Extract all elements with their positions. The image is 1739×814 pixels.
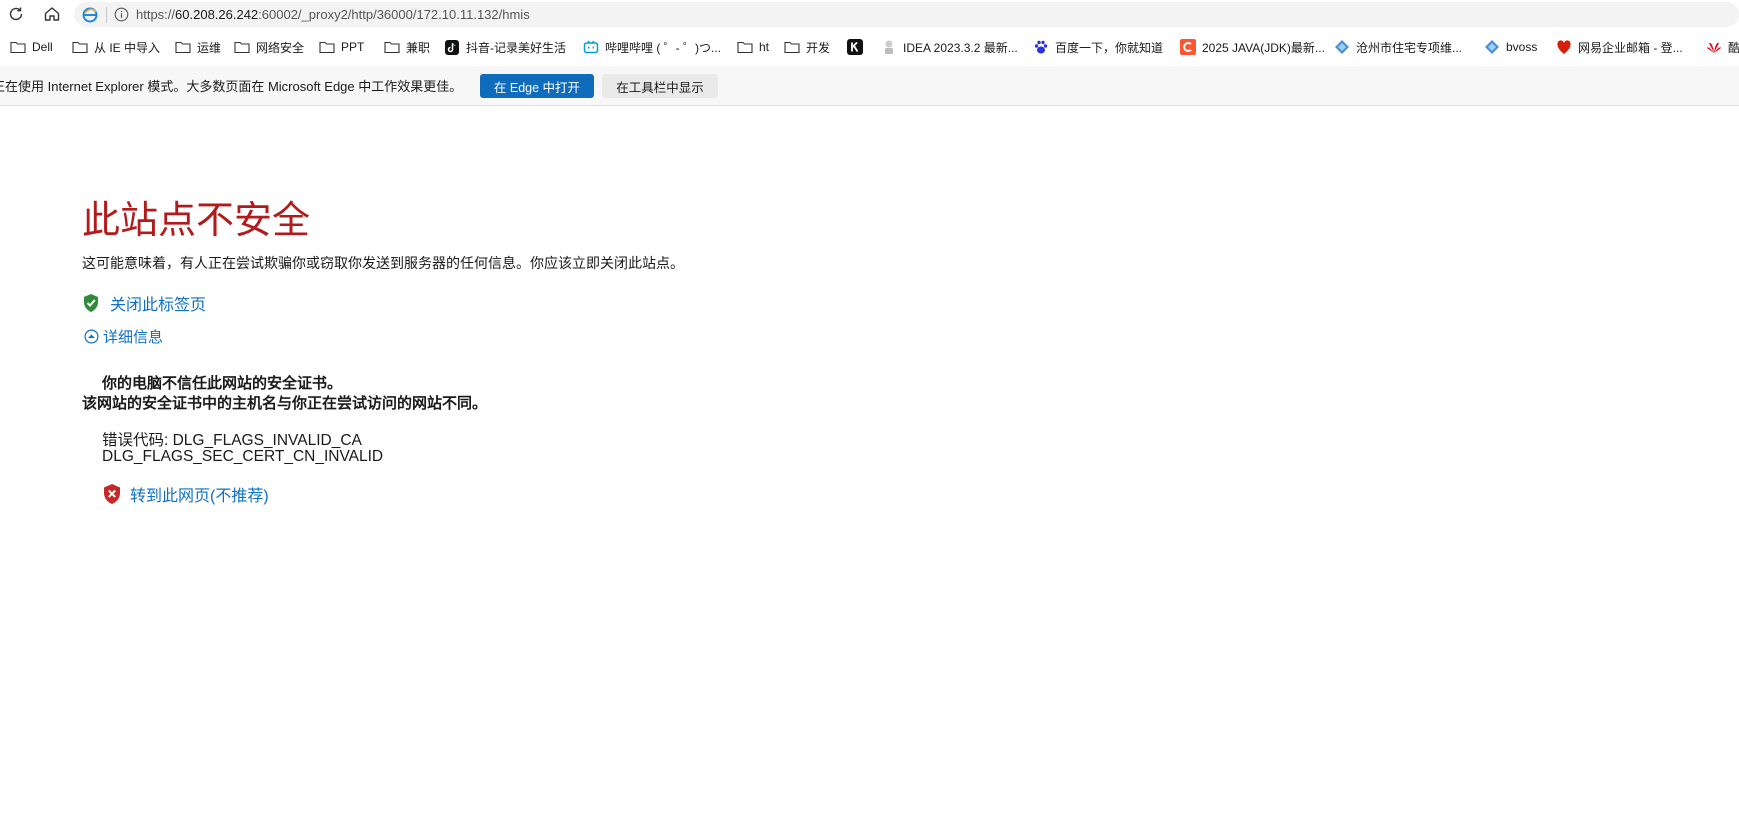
url-scheme: https://: [136, 7, 176, 22]
bookmark-label: IDEA 2023.3.2 最新...: [903, 40, 1018, 55]
douyin-icon: [444, 39, 460, 55]
bookmark-label: 网络安全: [256, 40, 305, 55]
bookmark-item[interactable]: 哔哩哔哩 ( ゜- ゜)つ...: [577, 35, 727, 59]
folder-icon: [384, 39, 400, 55]
diamond-icon: [1334, 39, 1350, 55]
details-toggle[interactable]: 详细信息: [103, 326, 163, 347]
bookmark-label: 沧州市住宅专项维...: [1356, 40, 1463, 55]
chevron-up-circle-icon: [84, 329, 99, 344]
folder-icon: [784, 39, 800, 55]
folder-icon: [10, 39, 26, 55]
error-description: 这可能意味着，有人正在尝试欺骗你或窃取你发送到服务器的任何信息。你应该立即关闭此…: [82, 255, 684, 271]
url-separator: [106, 6, 107, 23]
cert-mismatch-text: 该网站的安全证书中的主机名与你正在尝试访问的网站不同。: [82, 394, 488, 412]
url-text[interactable]: https://60.208.26.242:60002/_proxy2/http…: [136, 7, 530, 22]
bookmark-label: ht: [759, 40, 770, 54]
bookmark-item[interactable]: 抖音-记录美好生活: [438, 35, 572, 59]
shield-check-icon: [84, 294, 98, 312]
url-bar[interactable]: https://60.208.26.242:60002/_proxy2/http…: [74, 2, 1739, 27]
bookmark-item[interactable]: Dell: [4, 35, 59, 59]
url-path: :60002/_proxy2/http/36000/172.10.11.132/…: [258, 7, 530, 22]
refresh-icon: [9, 7, 23, 21]
c-icon: [1180, 39, 1196, 55]
bookmark-label: bvoss: [1506, 40, 1538, 54]
bookmark-item[interactable]: IDEA 2023.3.2 最新...: [875, 35, 1024, 59]
k-icon: [847, 39, 863, 55]
bookmark-label: 网易企业邮箱 - 登...: [1578, 40, 1683, 55]
bookmark-item[interactable]: bvoss: [1478, 35, 1543, 59]
show-in-toolbar-button[interactable]: 在工具栏中显示: [602, 74, 718, 98]
cert-untrusted-text: 你的电脑不信任此网站的安全证书。: [102, 374, 343, 392]
folder-icon: [234, 39, 250, 55]
bookmark-item[interactable]: 兼职: [378, 35, 436, 59]
bookmark-label: 运维: [197, 40, 222, 55]
diamond-icon: [1484, 39, 1500, 55]
bookmark-label: 兼职: [406, 40, 431, 55]
bookmark-item[interactable]: 沧州市住宅专项维...: [1328, 35, 1468, 59]
ie-mode-message: 正在使用 Internet Explorer 模式。大多数页面在 Microso…: [0, 79, 463, 94]
folder-icon: [175, 39, 191, 55]
bookmark-label: Dell: [32, 40, 53, 54]
close-tab-row[interactable]: 关闭此标签页: [82, 291, 206, 315]
bookmark-label: 抖音-记录美好生活: [466, 40, 566, 55]
bookmark-item[interactable]: 百度一下，你就知道: [1027, 35, 1169, 59]
url-host: 60.208.26.242: [175, 7, 259, 22]
bookmark-label: PPT: [341, 40, 365, 54]
close-tab-link[interactable]: 关闭此标签页: [110, 291, 206, 315]
ie-mode-infobar: 正在使用 Internet Explorer 模式。大多数页面在 Microso…: [0, 66, 1739, 106]
baidu-icon: [1033, 39, 1049, 55]
error-page: 此站点不安全 这可能意味着，有人正在尝试欺骗你或窃取你发送到服务器的任何信息。你…: [0, 107, 1739, 814]
bookmark-label: 开发: [806, 40, 831, 55]
continue-row[interactable]: 转到此网页(不推荐): [102, 482, 269, 506]
error-code-line-1: 错误代码: DLG_FLAGS_INVALID_CA: [102, 432, 362, 449]
page-title: 此站点不安全: [82, 200, 311, 242]
bookmark-label: 酷: [1728, 40, 1739, 55]
error-code-line-2: DLG_FLAGS_SEC_CERT_CN_INVALID: [102, 448, 384, 465]
bookmark-label: 从 IE 中导入: [94, 40, 161, 55]
idea-icon: [881, 39, 897, 55]
bookmark-item[interactable]: 酷: [1700, 35, 1739, 59]
folder-icon: [72, 39, 88, 55]
bookmark-item[interactable]: [841, 35, 875, 59]
home-button[interactable]: [39, 1, 65, 27]
huawei-icon: [1706, 39, 1722, 55]
bookmark-item[interactable]: PPT: [313, 35, 370, 59]
bookmark-label: 百度一下，你就知道: [1055, 40, 1164, 55]
bookmark-label: 2025 JAVA(JDK)最新...: [1202, 40, 1325, 55]
bookmark-item[interactable]: 网络安全: [228, 35, 310, 59]
info-icon[interactable]: [113, 7, 129, 23]
bookmark-item[interactable]: 网易企业邮箱 - 登...: [1550, 35, 1689, 59]
ie-mode-icon[interactable]: [80, 5, 100, 25]
bookmark-item[interactable]: 运维: [169, 35, 227, 59]
shield-x-icon: [104, 484, 120, 504]
bilibili-icon: [583, 39, 599, 55]
continue-unsafe-link[interactable]: 转到此网页(不推荐): [130, 482, 269, 506]
netease-icon: [1556, 39, 1572, 55]
bookmark-item[interactable]: 从 IE 中导入: [66, 35, 166, 59]
bookmarks-bar: Dell 从 IE 中导入 运维 网络安全 PPT 兼职 抖音-记录美好生活 哔哩哔哩 ( ゜…: [0, 33, 1739, 61]
bookmark-item[interactable]: ht: [731, 35, 775, 59]
refresh-button[interactable]: [3, 1, 29, 27]
details-row[interactable]: 详细信息: [84, 326, 163, 347]
folder-icon: [319, 39, 335, 55]
address-bar: https://60.208.26.242:60002/_proxy2/http…: [0, 0, 1739, 28]
bookmark-item[interactable]: 开发: [778, 35, 836, 59]
bookmark-label: 哔哩哔哩 ( ゜- ゜)つ...: [605, 40, 721, 55]
bookmark-item[interactable]: 2025 JAVA(JDK)最新...: [1174, 35, 1331, 59]
folder-icon: [737, 39, 753, 55]
open-in-edge-button[interactable]: 在 Edge 中打开: [480, 74, 594, 98]
home-icon: [44, 7, 60, 21]
